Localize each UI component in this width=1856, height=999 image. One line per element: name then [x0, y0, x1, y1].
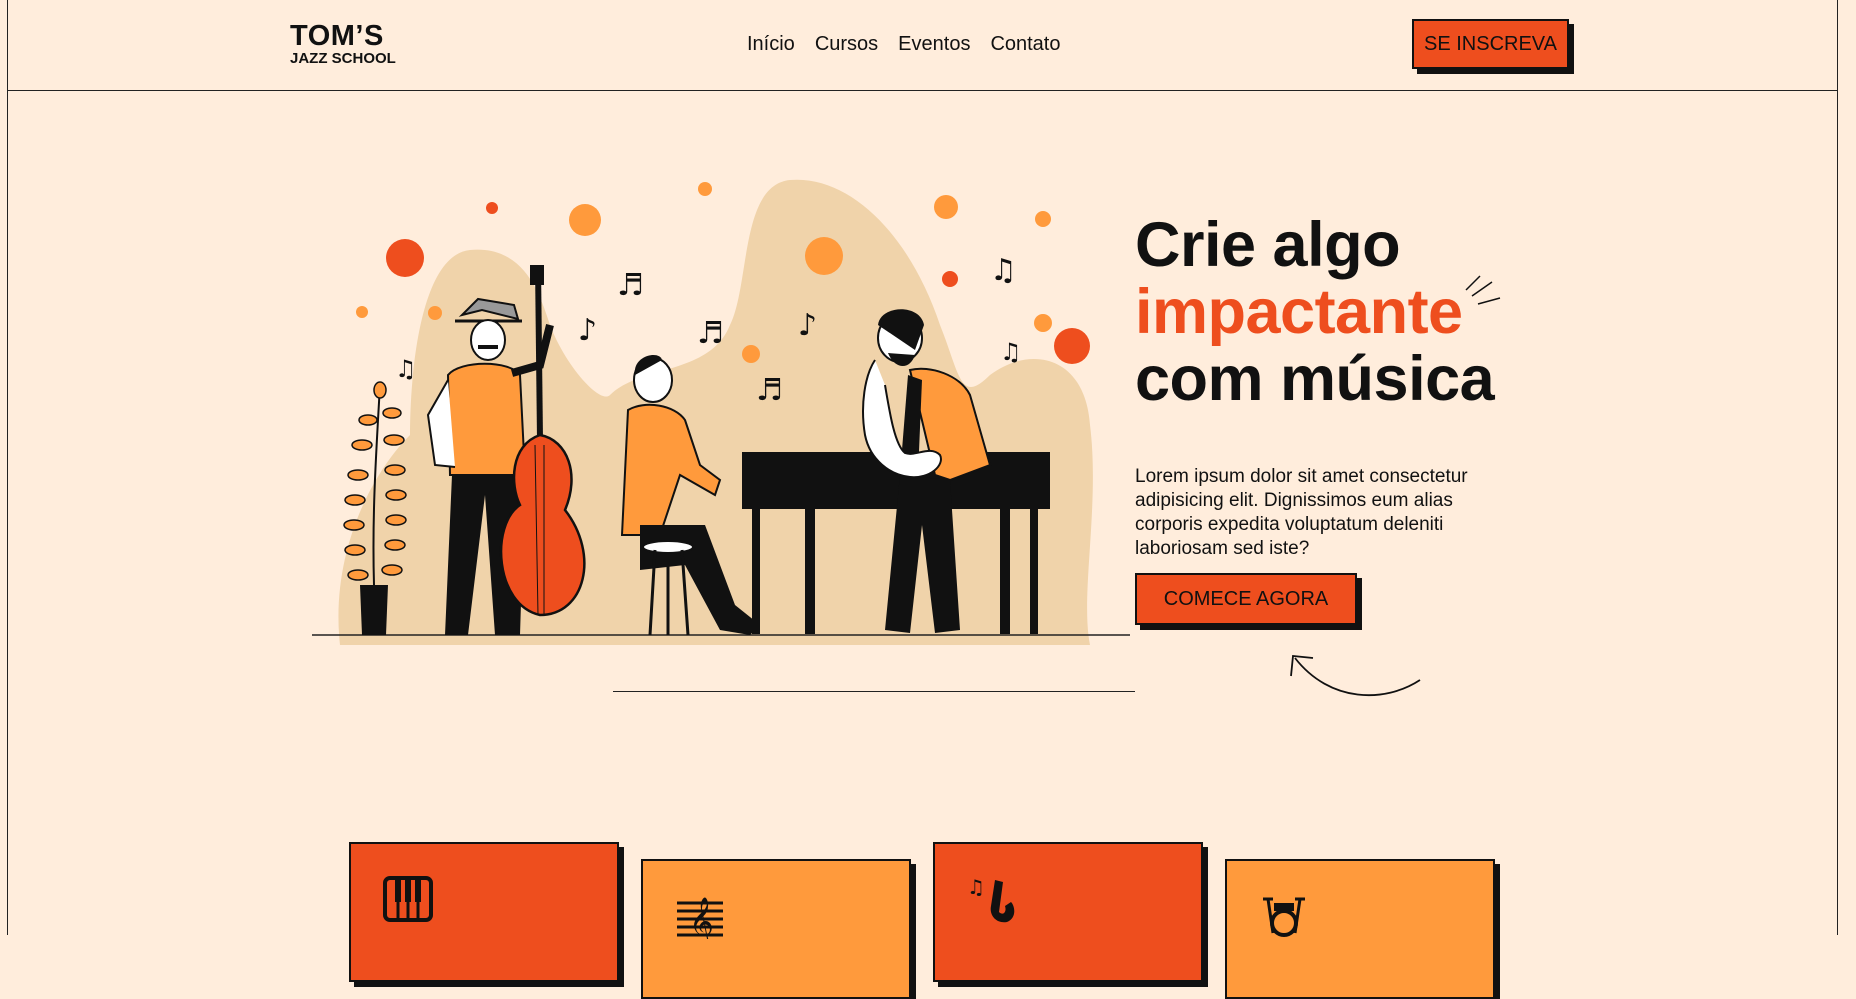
start-now-button[interactable]: COMECE AGORA: [1135, 573, 1357, 625]
svg-text:♫: ♫: [990, 253, 1017, 288]
jazz-band-illustration: ♬ ♪ ♬ ♪ ♬ ♫ ♫ ♫: [310, 175, 1135, 655]
nav-item-contato[interactable]: Contato: [990, 33, 1060, 56]
brand-name: TOM’S: [290, 20, 384, 52]
headline-line-3: com música: [1135, 344, 1495, 414]
brand-logo[interactable]: TOM’S JAZZ SCHOOL: [290, 21, 396, 67]
svg-text:♪: ♪: [798, 308, 817, 343]
svg-text:♬: ♬: [697, 316, 724, 351]
svg-text:♬: ♬: [617, 268, 644, 303]
card-drums[interactable]: [1225, 859, 1495, 999]
svg-text:𝄞: 𝄞: [689, 896, 714, 939]
svg-text:♪: ♪: [578, 313, 597, 348]
hero-description: Lorem ipsum dolor sit amet consectetur a…: [1135, 466, 1468, 559]
curved-arrow-icon: [1290, 655, 1421, 696]
svg-text:♫: ♫: [395, 355, 417, 383]
svg-text:♫: ♫: [1000, 338, 1022, 366]
nav-item-eventos[interactable]: Eventos: [898, 33, 970, 56]
main-nav: Início Cursos Eventos Contato: [747, 33, 1061, 56]
piano-keys-icon: [383, 876, 433, 922]
site-header: TOM’S JAZZ SCHOOL Início Cursos Eventos …: [7, 0, 1838, 91]
drum-kit-icon: [1263, 897, 1305, 937]
nav-item-cursos[interactable]: Cursos: [815, 33, 878, 56]
sheet-music-icon: 𝄞: [677, 896, 723, 939]
sparkle-lines-icon: [1465, 275, 1501, 305]
svg-text:♬: ♬: [756, 373, 783, 408]
saxophone-icon: ♫: [967, 876, 1015, 923]
signup-button[interactable]: SE INSCREVA: [1412, 19, 1569, 69]
svg-text:♫: ♫: [967, 876, 985, 899]
hero-headline: Crie algo impactante com música: [1135, 210, 1495, 414]
brand-subtitle: JAZZ SCHOOL: [290, 50, 396, 67]
headline-line-1: Crie algo: [1135, 210, 1401, 280]
card-piano[interactable]: [349, 842, 619, 982]
headline-accent: impactante: [1135, 277, 1463, 347]
divider-line: [613, 691, 1135, 692]
card-sheet-music[interactable]: 𝄞: [641, 859, 911, 999]
card-saxophone[interactable]: ♫: [933, 842, 1203, 982]
nav-item-inicio[interactable]: Início: [747, 33, 795, 56]
